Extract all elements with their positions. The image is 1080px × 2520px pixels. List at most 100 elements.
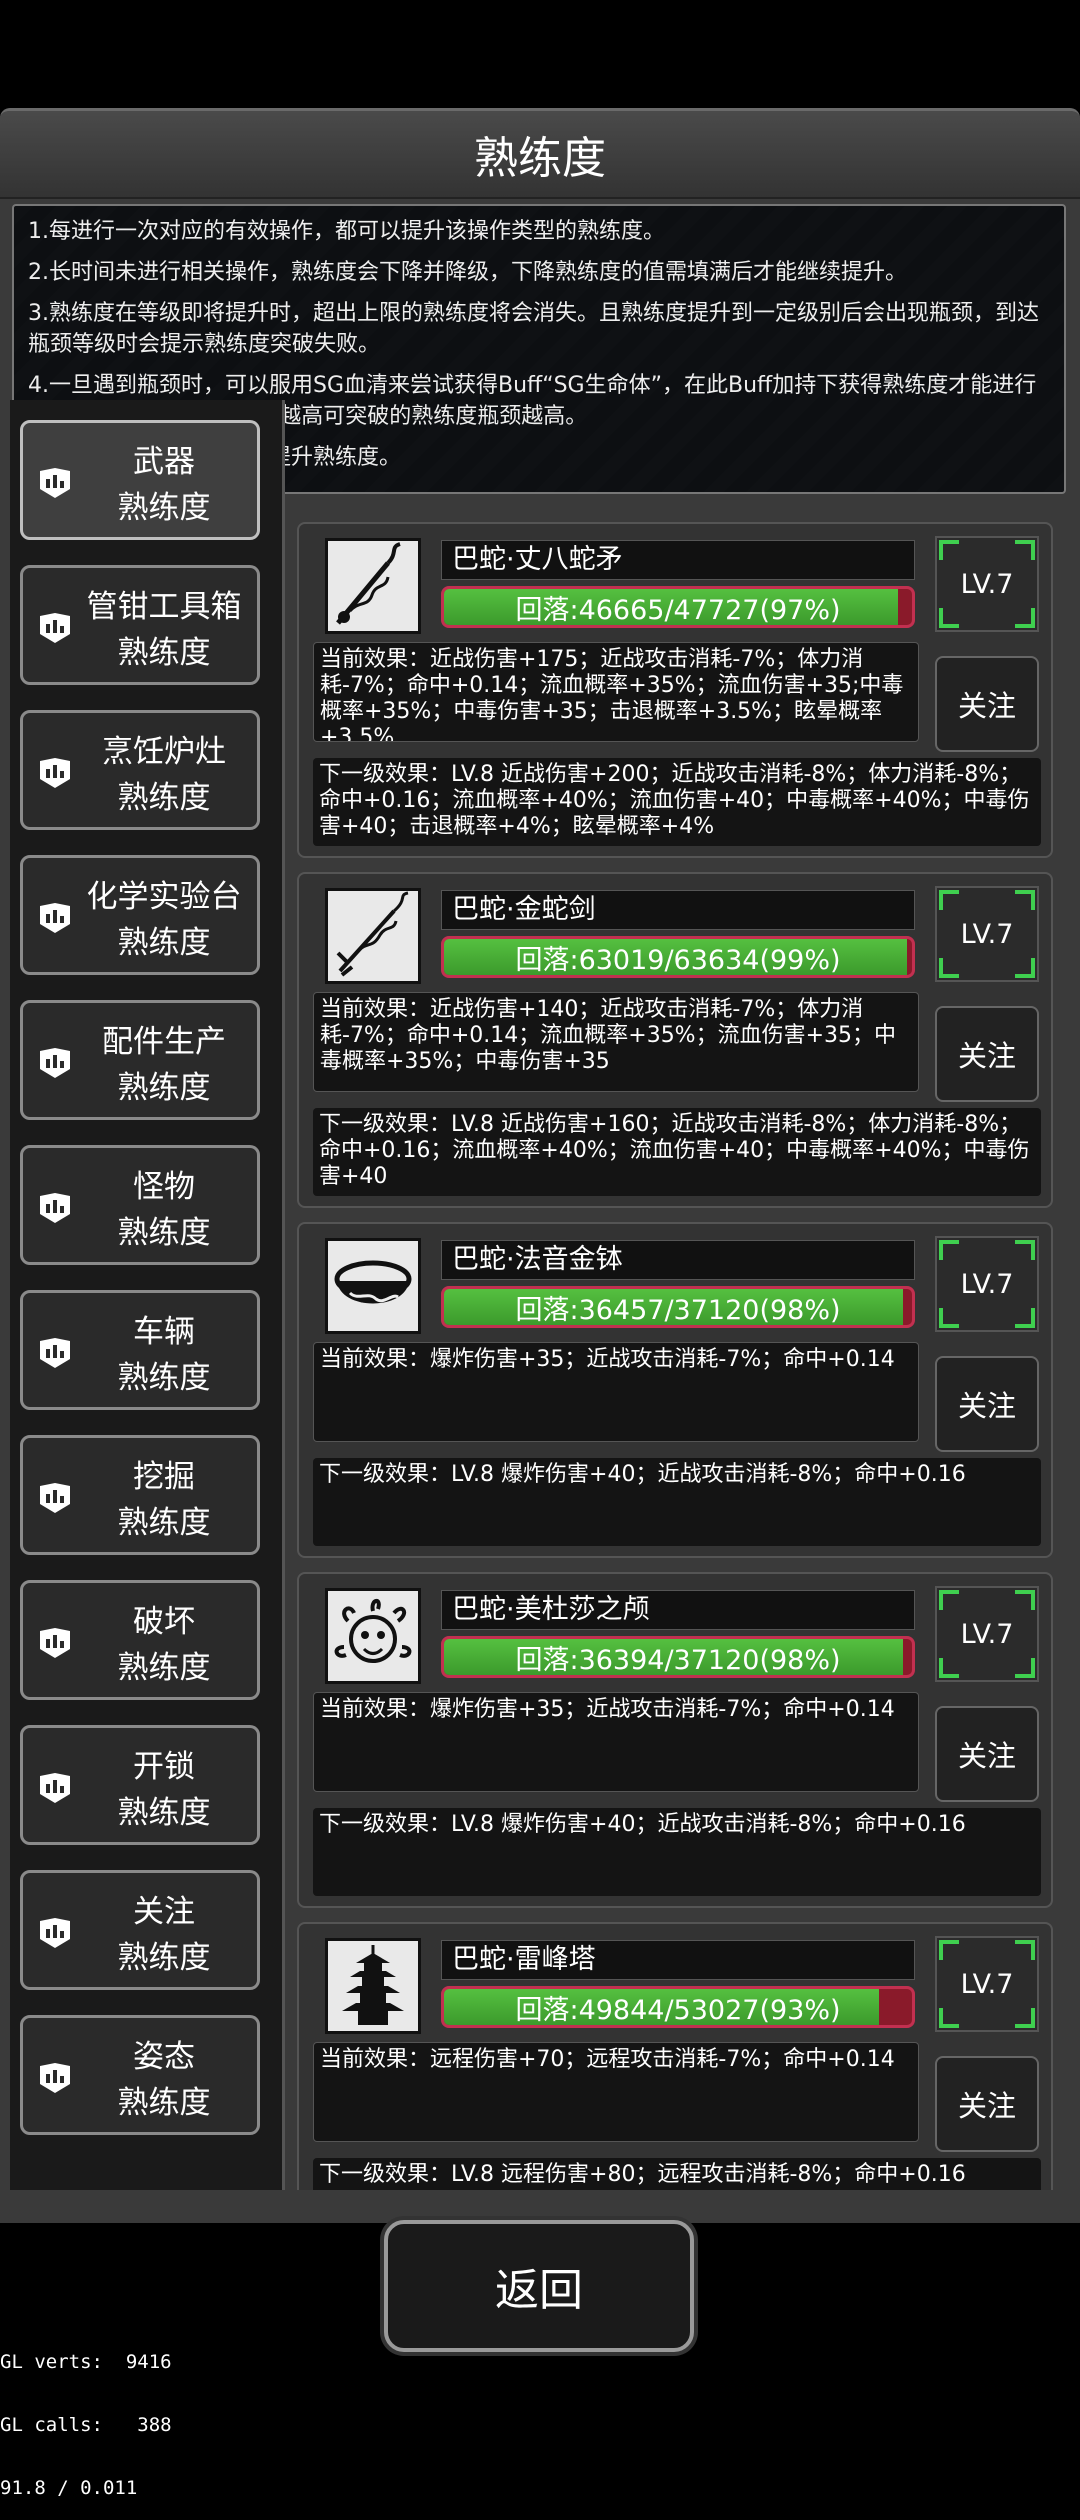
category-label: 开锁 熟练度 [69, 1740, 259, 1840]
proficiency-progress-bar: 回落:36457/37120(98%) [441, 1286, 915, 1328]
category-label: 姿态 熟练度 [69, 2030, 259, 2130]
category-button[interactable]: 车辆 熟练度 [20, 1290, 260, 1410]
proficiency-card: 巴蛇·法音金钵回落:36457/37120(98%) LV.7 当前效果：爆炸伤害+… [297, 1222, 1053, 1558]
category-button[interactable]: 烹饪炉灶 熟练度 [20, 710, 260, 830]
debug-overlay: GL verts: 9416 GL calls: 388 91.8 / 0.01… [0, 2310, 172, 2520]
debug-line: GL verts: 9416 [0, 2351, 172, 2373]
item-name: 巴蛇·法音金钵 [441, 1240, 915, 1280]
category-label: 破坏 熟练度 [69, 1595, 259, 1695]
rule-text: 2.长时间未进行相关操作，熟练度会下降并降级，下降熟练度的值需填满后才能继续提升… [28, 260, 907, 285]
next-level-effect: 下一级效果：LV.8 爆炸伤害+40；近战攻击消耗-8%；命中+0.16 [313, 1808, 1041, 1896]
proficiency-badge-icon [37, 757, 73, 789]
follow-button[interactable]: 关注 [935, 1706, 1039, 1802]
snake-sword-icon [328, 891, 418, 985]
proficiency-card: 巴蛇·丈八蛇矛 回落:46665/47727(97%) LV.7 当前效果：近战伤害+… [297, 522, 1053, 858]
progress-text: 回落:49844/53027(93%) [515, 1994, 841, 2026]
category-label: 配件生产 熟练度 [69, 1015, 259, 1115]
proficiency-list[interactable]: 巴蛇·丈八蛇矛 回落:46665/47727(97%) LV.7 当前效果：近战伤害+… [293, 400, 1061, 2190]
proficiency-progress-bar: 回落:46665/47727(97%) [441, 586, 915, 628]
category-subtitle: 熟练度 [117, 1505, 211, 1541]
category-subtitle: 熟练度 [117, 780, 211, 816]
proficiency-badge-icon [37, 1047, 73, 1079]
category-subtitle: 熟练度 [117, 1070, 211, 1106]
progress-text: 回落:63019/63634(99%) [515, 944, 841, 976]
proficiency-progress-bar: 回落:49844/53027(93%) [441, 1986, 915, 2028]
category-label: 管钳工具箱 熟练度 [69, 580, 259, 680]
debug-line: 91.8 / 0.011 [0, 2477, 138, 2499]
proficiency-badge-icon [37, 1772, 73, 1804]
category-subtitle: 熟练度 [117, 490, 211, 526]
progress-text: 回落:36394/37120(98%) [515, 1644, 841, 1676]
category-subtitle: 熟练度 [117, 1215, 211, 1251]
item-thumbnail [325, 1938, 421, 2034]
current-effect: 当前效果：爆炸伤害+35；近战攻击消耗-7%；命中+0.14 [313, 1692, 919, 1792]
category-button[interactable]: 管钳工具箱 熟练度 [20, 565, 260, 685]
category-button[interactable]: 武器 熟练度 [20, 420, 260, 540]
category-name: 武器 [133, 444, 195, 480]
level-text: LV.7 [960, 1268, 1014, 1300]
category-name: 车辆 [133, 1314, 195, 1350]
snake-spear-icon [328, 541, 418, 635]
level-badge: LV.7 [935, 886, 1039, 982]
category-label: 烹饪炉灶 熟练度 [69, 725, 259, 825]
proficiency-progress-bar: 回落:36394/37120(98%) [441, 1636, 915, 1678]
follow-button[interactable]: 关注 [935, 656, 1039, 752]
category-label: 关注 熟练度 [69, 1885, 259, 1985]
proficiency-badge-icon [37, 2062, 73, 2094]
level-text: LV.7 [960, 1618, 1014, 1650]
category-button[interactable]: 挖掘 熟练度 [20, 1435, 260, 1555]
level-text: LV.7 [960, 568, 1014, 600]
proficiency-card: 巴蛇·雷峰塔 回落:49844/53027(93%) LV.7 当前效果：远程伤害+7… [297, 1922, 1053, 2190]
current-effect: 当前效果：爆炸伤害+35；近战攻击消耗-7%；命中+0.14 [313, 1342, 919, 1442]
category-button[interactable]: 怪物 熟练度 [20, 1145, 260, 1265]
next-level-effect: 下一级效果：LV.8 近战伤害+160；近战攻击消耗-8%；体力消耗-8%；命中… [313, 1108, 1041, 1196]
category-subtitle: 熟练度 [117, 1650, 211, 1686]
category-name: 挖掘 [133, 1459, 195, 1495]
golden-bowl-icon [328, 1241, 418, 1335]
back-button[interactable]: 返回 [384, 2220, 694, 2352]
medusa-head-icon [328, 1591, 418, 1685]
category-subtitle: 熟练度 [117, 1940, 211, 1976]
category-name: 怪物 [133, 1169, 195, 1205]
debug-line: GL calls: 388 [0, 2414, 172, 2436]
level-badge: LV.7 [935, 1586, 1039, 1682]
category-name: 破坏 [133, 1604, 195, 1640]
category-name: 开锁 [133, 1749, 195, 1785]
follow-button[interactable]: 关注 [935, 1356, 1039, 1452]
category-button[interactable]: 关注 熟练度 [20, 1870, 260, 1990]
level-text: LV.7 [960, 918, 1014, 950]
category-button[interactable]: 姿态 熟练度 [20, 2015, 260, 2135]
proficiency-card: 巴蛇·美杜莎之颅回落:36394/37120(98%) LV.7 当前效果：爆炸伤害… [297, 1572, 1053, 1908]
category-label: 化学实验台 熟练度 [69, 870, 259, 970]
category-name: 姿态 [133, 2039, 195, 2075]
category-button[interactable]: 开锁 熟练度 [20, 1725, 260, 1845]
panel-title: 熟练度 [0, 111, 1080, 199]
proficiency-card: 巴蛇·金蛇剑 回落:63019/63634(99%) LV.7 当前效果：近战伤害+1… [297, 872, 1053, 1208]
category-label: 怪物 熟练度 [69, 1160, 259, 1260]
category-name: 管钳工具箱 [86, 589, 242, 625]
category-sidebar[interactable]: 武器 熟练度 管钳工具箱 熟练度 烹饪炉灶 熟练度 化学实验台 熟练度 配件生产 熟练度 怪物 熟练度… [10, 400, 285, 2190]
category-subtitle: 熟练度 [117, 635, 211, 671]
category-button[interactable]: 破坏 熟练度 [20, 1580, 260, 1700]
item-name: 巴蛇·雷峰塔 [441, 1940, 915, 1980]
follow-button[interactable]: 关注 [935, 2056, 1039, 2152]
pagoda-icon [328, 1941, 418, 2035]
level-badge: LV.7 [935, 1936, 1039, 2032]
progress-text: 回落:36457/37120(98%) [515, 1294, 841, 1326]
proficiency-badge-icon [37, 1337, 73, 1369]
level-text: LV.7 [960, 1968, 1014, 2000]
proficiency-badge-icon [37, 612, 73, 644]
rule-text: 1.每进行一次对应的有效操作，都可以提升该操作类型的熟练度。 [28, 219, 665, 244]
item-thumbnail [325, 888, 421, 984]
category-button[interactable]: 配件生产 熟练度 [20, 1000, 260, 1120]
rule-text: 3.熟练度在等级即将提升时，超出上限的熟练度将会消失。且熟练度提升到一定级别后会… [28, 301, 1039, 357]
category-label: 车辆 熟练度 [69, 1305, 259, 1405]
follow-button[interactable]: 关注 [935, 1006, 1039, 1102]
proficiency-progress-bar: 回落:63019/63634(99%) [441, 936, 915, 978]
item-name: 巴蛇·美杜莎之颅 [441, 1590, 915, 1630]
item-thumbnail [325, 538, 421, 634]
category-button[interactable]: 化学实验台 熟练度 [20, 855, 260, 975]
category-label: 挖掘 熟练度 [69, 1450, 259, 1550]
category-subtitle: 熟练度 [117, 1360, 211, 1396]
category-name: 烹饪炉灶 [102, 734, 226, 770]
